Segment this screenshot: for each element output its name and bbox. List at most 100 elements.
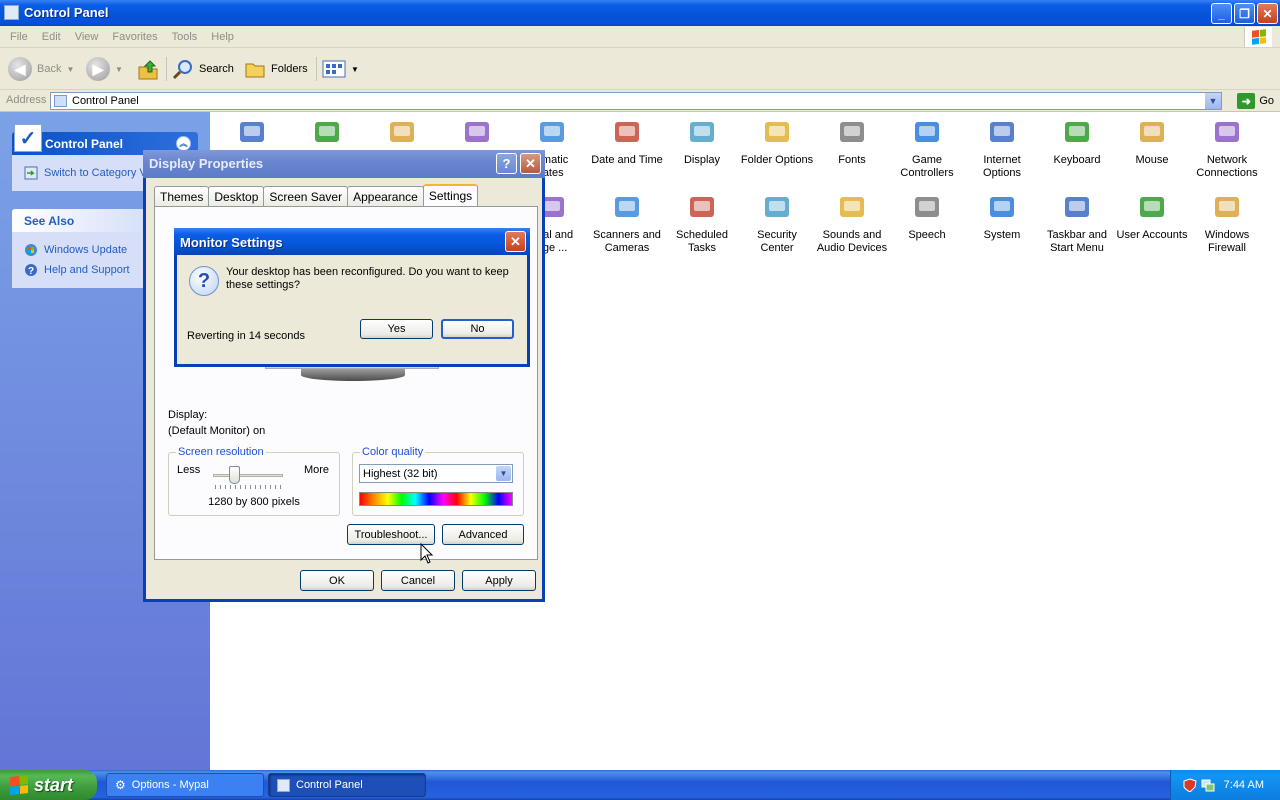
screen-resolution-group: Screen resolution Less More 1280 by 800 … xyxy=(168,446,340,516)
cp-item-windows-firewall[interactable]: Windows Firewall xyxy=(1187,191,1267,255)
search-button[interactable]: Search xyxy=(172,56,234,82)
sounds-audio-icon xyxy=(836,191,868,223)
cp-item-label: User Accounts xyxy=(1116,229,1188,241)
cp-item-mouse[interactable]: Mouse xyxy=(1112,116,1192,167)
cp-item-scanners-cameras[interactable]: Scanners and Cameras xyxy=(587,191,667,255)
cp-item-accessibility[interactable] xyxy=(212,116,292,154)
go-button[interactable]: ➜ Go xyxy=(1237,92,1274,110)
taskbar-button-mypal[interactable]: ⚙ Options - Mypal xyxy=(106,773,264,797)
forward-button[interactable]: ▶ ▼ xyxy=(86,56,123,82)
section-title: Control Panel xyxy=(45,136,124,151)
taskbar-start-menu-icon xyxy=(1061,191,1093,223)
menu-edit[interactable]: Edit xyxy=(35,31,68,43)
cp-item-label: Game Controllers xyxy=(900,154,954,179)
network-icon[interactable] xyxy=(1201,778,1215,792)
start-button[interactable]: start xyxy=(0,770,97,800)
forward-arrow-icon: ▶ xyxy=(86,57,110,81)
cp-item-scheduled-tasks[interactable]: Scheduled Tasks xyxy=(662,191,742,255)
advanced-button[interactable]: Advanced xyxy=(442,524,524,545)
cp-item-display[interactable]: Display xyxy=(662,116,742,167)
tab-desktop[interactable]: Desktop xyxy=(208,186,265,206)
task-label: Control Panel xyxy=(296,779,363,791)
chevron-down-icon: ▼ xyxy=(66,64,75,74)
display-value: (Default Monitor) on xyxy=(168,425,266,437)
menu-file[interactable]: File xyxy=(3,31,35,43)
cp-item-fonts[interactable]: Fonts xyxy=(812,116,892,167)
address-label: Address xyxy=(6,94,47,106)
cp-item-taskbar-start-menu[interactable]: Taskbar and Start Menu xyxy=(1037,191,1117,255)
msg-close-button[interactable]: ✕ xyxy=(505,231,526,252)
folders-label: Folders xyxy=(271,63,308,75)
resolution-slider-track[interactable] xyxy=(213,474,283,477)
menu-tools[interactable]: Tools xyxy=(165,31,205,43)
cp-item-security-center[interactable]: Security Center xyxy=(737,191,817,255)
cp-item-label: Speech xyxy=(908,229,946,241)
cp-item-system[interactable]: System xyxy=(962,191,1042,242)
address-dropdown-button[interactable]: ▼ xyxy=(1205,93,1221,109)
color-quality-select[interactable]: Highest (32 bit) ▼ xyxy=(359,464,513,483)
screen-resolution-legend: Screen resolution xyxy=(176,446,266,458)
folders-button[interactable]: Folders xyxy=(244,56,308,82)
dialog-close-button[interactable]: ✕ xyxy=(520,153,541,174)
restore-button[interactable]: ❐ xyxy=(1234,3,1255,24)
up-folder-button[interactable] xyxy=(136,56,160,82)
help-button[interactable]: ? xyxy=(496,153,517,174)
cp-item-label: System xyxy=(983,229,1021,241)
menu-help[interactable]: Help xyxy=(204,31,241,43)
cp-item-admin-tools[interactable] xyxy=(437,116,517,154)
no-button[interactable]: No xyxy=(441,319,514,339)
tab-settings[interactable]: Settings xyxy=(422,184,479,206)
tab-themes[interactable]: Themes xyxy=(154,186,210,206)
menu-view[interactable]: View xyxy=(68,31,106,43)
back-label: Back xyxy=(37,63,62,75)
cp-item-network-connections[interactable]: Network Connections xyxy=(1187,116,1267,180)
cp-item-sounds-audio[interactable]: Sounds and Audio Devices xyxy=(812,191,892,255)
window-titlebar: Control Panel _ ❐ ✕ xyxy=(0,0,1280,26)
color-quality-legend: Color quality xyxy=(360,446,426,458)
cp-item-date-time[interactable]: Date and Time xyxy=(587,116,667,167)
apply-button[interactable]: Apply xyxy=(462,570,536,591)
cp-item-label: Scheduled Tasks xyxy=(676,229,728,254)
cp-item-user-accounts[interactable]: User Accounts xyxy=(1112,191,1192,242)
cp-item-label: Internet Options xyxy=(983,154,1021,179)
admin-tools-icon xyxy=(461,116,493,148)
security-center-icon xyxy=(761,191,793,223)
cp-item-game-controllers[interactable]: Game Controllers xyxy=(887,116,967,180)
cp-item-speech[interactable]: Speech xyxy=(887,191,967,242)
security-shield-icon[interactable] xyxy=(1183,778,1197,792)
go-arrow-icon: ➜ xyxy=(1237,93,1256,109)
yes-button[interactable]: Yes xyxy=(360,319,433,339)
cancel-button[interactable]: Cancel xyxy=(381,570,455,591)
back-button[interactable]: ◀ Back ▼ xyxy=(8,56,74,82)
windows-update-label: Windows Update xyxy=(44,244,128,256)
address-input[interactable]: Control Panel ▼ xyxy=(50,92,1222,110)
back-arrow-icon: ◀ xyxy=(8,57,32,81)
taskbar: start ⚙ Options - Mypal Control Panel 7:… xyxy=(0,770,1280,800)
up-folder-icon xyxy=(138,60,158,80)
close-button[interactable]: ✕ xyxy=(1257,3,1278,24)
minimize-button[interactable]: _ xyxy=(1211,3,1232,24)
msg-text: Your desktop has been reconfigured. Do y… xyxy=(226,266,509,291)
collapse-icon[interactable]: ︽ xyxy=(176,136,191,151)
control-panel-icon: ✓ xyxy=(14,124,42,152)
resolution-slider-thumb[interactable] xyxy=(229,466,240,484)
chevron-down-icon[interactable]: ▼ xyxy=(496,466,511,481)
tab-appearance[interactable]: Appearance xyxy=(347,186,424,206)
troubleshoot-button[interactable]: Troubleshoot... xyxy=(347,524,435,545)
cp-item-keyboard[interactable]: Keyboard xyxy=(1037,116,1117,167)
window-title: Control Panel xyxy=(24,5,109,20)
ok-button[interactable]: OK xyxy=(300,570,374,591)
display-label: Display: xyxy=(168,409,208,421)
taskbar-button-control-panel[interactable]: Control Panel xyxy=(268,773,426,797)
windows-firewall-icon xyxy=(1211,191,1243,223)
start-label: start xyxy=(34,774,74,795)
menu-favorites[interactable]: Favorites xyxy=(105,31,164,43)
cp-item-internet-options[interactable]: Internet Options xyxy=(962,116,1042,180)
cp-item-label: Date and Time xyxy=(591,154,663,166)
views-button[interactable]: ▼ xyxy=(322,56,359,82)
cp-item-folder-options[interactable]: Folder Options xyxy=(737,116,817,167)
cp-item-add-hardware[interactable] xyxy=(287,116,367,154)
tab-screen-saver[interactable]: Screen Saver xyxy=(263,186,349,206)
cp-item-add-remove-programs[interactable] xyxy=(362,116,442,154)
accessibility-icon xyxy=(236,116,268,148)
